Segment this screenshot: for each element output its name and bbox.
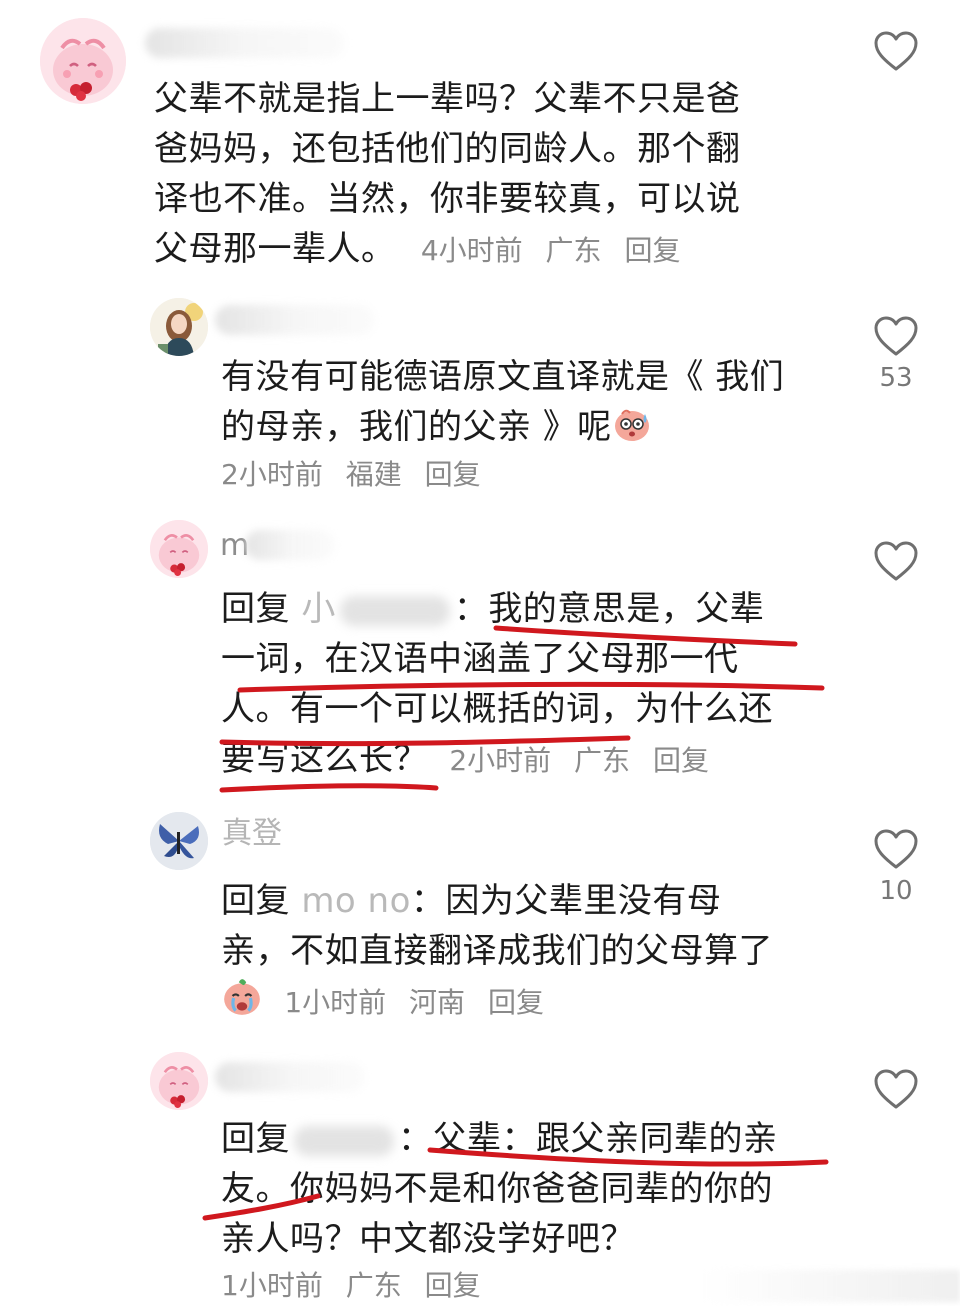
comment-location: 河南	[409, 986, 466, 1019]
girl-avatar-icon	[150, 298, 208, 356]
heart-outline-icon	[874, 1069, 918, 1109]
reply-button[interactable]: 回复	[425, 1269, 481, 1302]
crying-face-emoji-icon	[224, 979, 260, 1015]
avatar[interactable]	[40, 18, 126, 104]
underline-stroke	[219, 783, 439, 793]
comment-time: 4小时前	[420, 234, 523, 267]
comment-location: 广东	[574, 744, 631, 777]
like-button[interactable]	[868, 540, 924, 588]
heart-outline-icon	[874, 829, 918, 869]
comment-location: 广东	[345, 1269, 402, 1302]
comment-time: 2小时前	[449, 744, 552, 777]
comment-text: 回复 小：我的意思是，父辈 一词，在汉语中涵盖了父母那一代 人。有一个可以概括的…	[221, 589, 773, 779]
pig-avatar-icon	[150, 1052, 208, 1110]
reply-prefix: 回复	[221, 881, 290, 921]
reply-prefix: 回复	[221, 1119, 290, 1159]
comment-time: 2小时前	[221, 458, 323, 491]
reply-button[interactable]: 回复	[425, 458, 481, 491]
avatar[interactable]	[150, 520, 208, 578]
comment-text: 回复 ：父辈：跟父亲同辈的亲 友。你妈妈不是和你爸爸同辈的你的 亲人吗？中文都没学…	[221, 1119, 778, 1259]
reply-target-name[interactable]: 小	[301, 589, 336, 629]
heart-outline-icon	[874, 31, 918, 71]
comment-meta: 2小时前 福建 回复	[221, 455, 495, 495]
heart-outline-icon	[874, 316, 918, 356]
like-button[interactable]: 53	[868, 315, 924, 393]
comment-meta: 1小时前 河南 回复	[284, 986, 558, 1019]
reply-button[interactable]: 回复	[624, 234, 680, 267]
like-button[interactable]	[868, 1068, 924, 1116]
watermark-blur	[700, 1270, 960, 1302]
username-blurred[interactable]	[215, 1062, 365, 1092]
avatar[interactable]	[150, 298, 208, 356]
avatar[interactable]	[150, 1052, 208, 1110]
username[interactable]: 真登	[222, 816, 282, 852]
shocked-face-emoji-icon	[614, 409, 649, 441]
pig-avatar-icon	[150, 520, 208, 578]
comment-meta: 1小时前 广东 回复	[221, 1266, 495, 1306]
like-button[interactable]: 10	[868, 828, 924, 906]
comment-meta: 2小时前 广东 回复	[449, 744, 723, 777]
heart-outline-icon	[874, 541, 918, 581]
reply-prefix: 回复	[221, 589, 290, 629]
username-blurred[interactable]	[145, 28, 345, 58]
pig-avatar-icon	[40, 18, 126, 104]
butterfly-avatar-icon	[150, 812, 208, 870]
comment-meta: 4小时前 广东 回复	[421, 234, 695, 267]
reply-target-name[interactable]	[294, 1125, 394, 1156]
like-button[interactable]	[868, 30, 924, 78]
username-blurred	[245, 530, 335, 560]
comment-location: 福建	[345, 458, 402, 491]
reply-button[interactable]: 回复	[653, 744, 709, 777]
comment-text: 父辈不就是指上一辈吗？父辈不只是爸 爸妈妈，还包括他们的同龄人。那个翻 译也不准…	[154, 79, 741, 269]
username-blurred[interactable]	[215, 305, 375, 335]
reply-target-name[interactable]: mo no	[301, 881, 411, 921]
comment-text: 回复 mo no：因为父辈里没有母 亲，不如直接翻译成我们的父母算了 1小时前 …	[221, 881, 773, 1019]
comment-location: 广东	[545, 234, 602, 267]
reply-button[interactable]: 回复	[488, 986, 544, 1019]
like-count: 53	[879, 363, 913, 393]
like-count: 10	[879, 876, 913, 906]
comment-time: 1小时前	[284, 986, 387, 1019]
avatar[interactable]	[150, 812, 208, 870]
comment-time: 1小时前	[221, 1269, 323, 1302]
comment-text: 有没有可能德语原文直译就是《 我们 的母亲，我们的父亲 》呢	[221, 357, 785, 447]
